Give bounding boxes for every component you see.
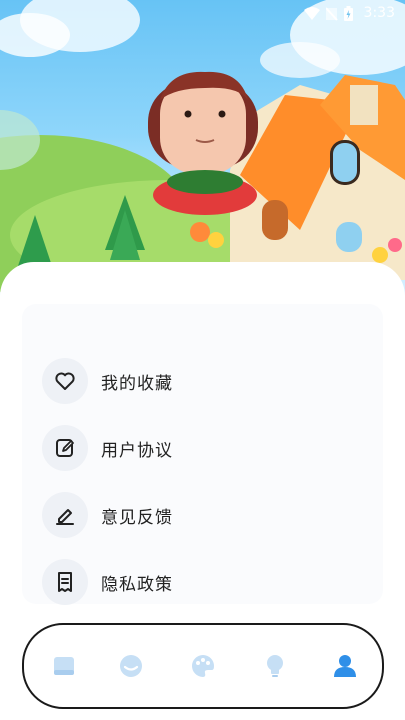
battery-icon	[344, 6, 353, 21]
menu-item-privacy-policy[interactable]: 隐私政策	[42, 559, 173, 605]
bulb-icon	[267, 655, 283, 677]
wifi-icon	[304, 6, 320, 20]
status-time: 3:33	[363, 5, 395, 21]
pencil-icon	[42, 492, 88, 538]
menu-item-label: 隐私政策	[101, 574, 173, 595]
menu-item-user-agreement[interactable]: 用户协议	[42, 425, 173, 471]
menu-item-label: 我的收藏	[101, 373, 173, 394]
palette-icon	[192, 655, 214, 677]
menu-item-label: 用户协议	[101, 440, 173, 461]
menu-item-feedback[interactable]: 意见反馈	[42, 492, 173, 538]
bottom-tab-bar	[22, 623, 384, 709]
edit-document-icon	[42, 425, 88, 471]
heart-icon	[42, 358, 88, 404]
status-bar: 3:33	[0, 0, 405, 28]
header-banner	[0, 0, 405, 300]
signal-icon	[326, 6, 338, 21]
tab-bulb[interactable]	[258, 649, 292, 683]
cartoon-village-illustration	[0, 0, 405, 295]
menu-item-favorites[interactable]: 我的收藏	[42, 358, 173, 404]
tab-palette[interactable]	[186, 649, 220, 683]
face-icon	[120, 655, 142, 677]
receipt-icon	[42, 559, 88, 605]
menu-item-label: 意见反馈	[101, 507, 173, 528]
tab-profile[interactable]	[328, 649, 362, 683]
book-icon	[54, 657, 74, 675]
tab-book[interactable]	[47, 649, 81, 683]
tab-face[interactable]	[114, 649, 148, 683]
user-icon	[334, 655, 356, 677]
